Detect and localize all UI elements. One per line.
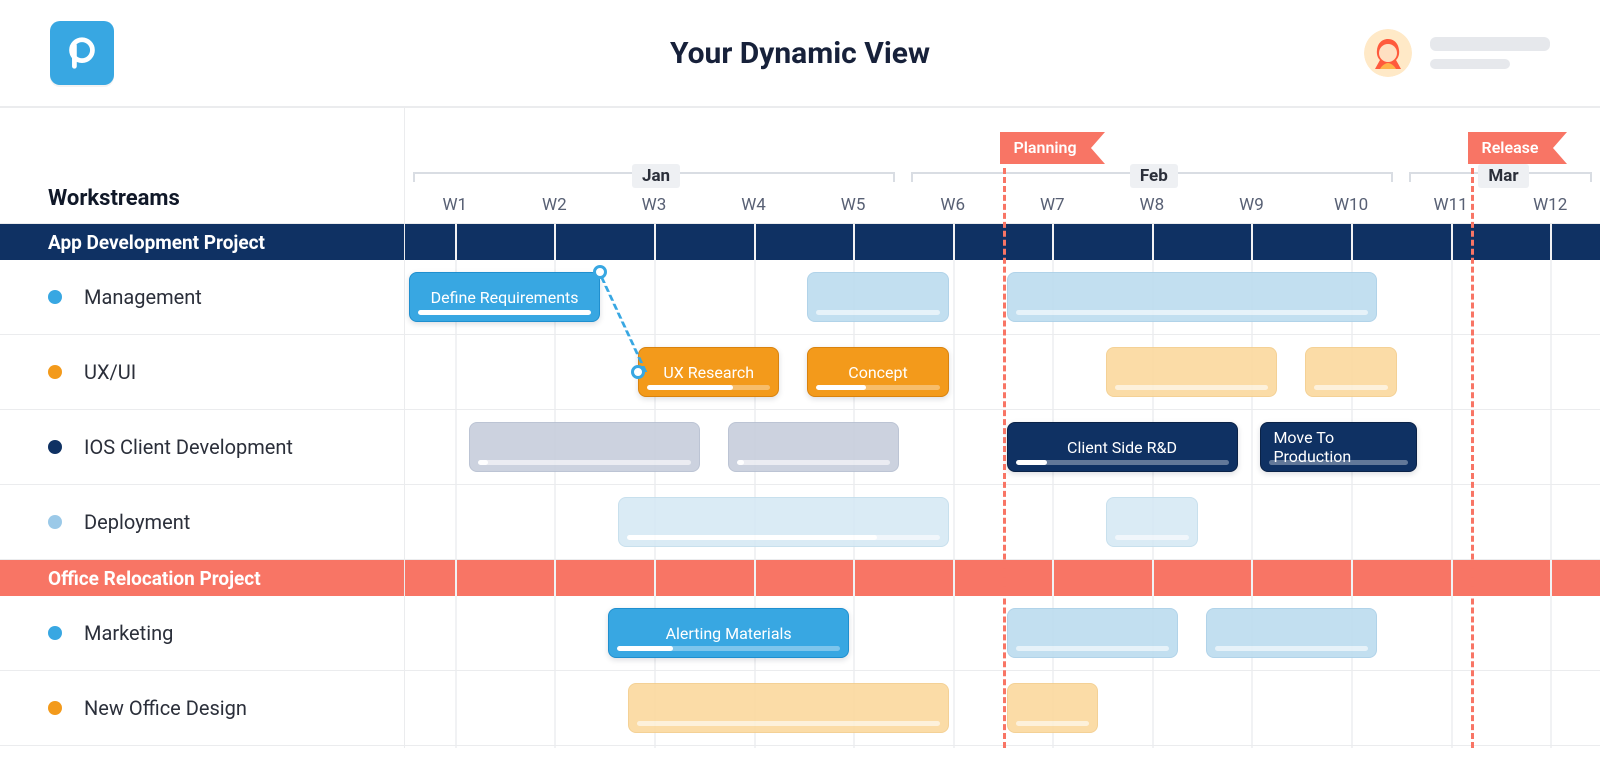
week-label: W10 (1301, 195, 1401, 215)
week-label: W5 (803, 195, 903, 215)
task-bar-ghost (1106, 497, 1198, 547)
workstream-row[interactable]: Management (0, 260, 404, 335)
week-label: W4 (704, 195, 804, 215)
workstream-dot (48, 701, 62, 715)
workstream-dot (48, 365, 62, 379)
workstream-label: Deployment (84, 510, 190, 534)
timeline-row (405, 671, 1600, 746)
page-title: Your Dynamic View (0, 36, 1600, 71)
task-bar-ghost (1206, 608, 1377, 658)
workstream-row[interactable]: Deployment (0, 485, 404, 560)
logo-icon (63, 34, 101, 72)
workstream-label: UX/UI (84, 360, 136, 384)
task-label: Client Side R&D (1067, 438, 1177, 457)
app-logo[interactable] (50, 21, 114, 85)
timeline-row: Client Side R&D Move To Production (405, 410, 1600, 485)
task-bar[interactable]: Concept (807, 347, 948, 397)
week-label: W11 (1401, 195, 1501, 215)
task-bar-ghost (618, 497, 949, 547)
workstream-dot (48, 290, 62, 304)
task-bar[interactable]: UX Research (638, 347, 779, 397)
month-label: Jan (632, 164, 680, 188)
workstream-label: New Office Design (84, 696, 247, 720)
task-bar-ghost (1007, 683, 1099, 733)
task-label: Concept (848, 363, 907, 382)
week-label: W2 (505, 195, 605, 215)
workstream-row[interactable]: UX/UI (0, 335, 404, 410)
task-bar[interactable]: Client Side R&D (1007, 422, 1238, 472)
month-label: Feb (1130, 164, 1178, 188)
gantt-board: PlanningRelease Workstreams App Developm… (0, 108, 1600, 748)
task-bar[interactable]: Alerting Materials (608, 608, 849, 658)
task-bar-ghost (1305, 347, 1397, 397)
app-header: Your Dynamic View (0, 0, 1600, 108)
task-bar-ghost (469, 422, 700, 472)
task-bar-ghost (628, 683, 949, 733)
timeline-row: Define Requirements (405, 260, 1600, 335)
timeline-row: Alerting Materials (405, 596, 1600, 671)
week-label: W3 (604, 195, 704, 215)
task-bar[interactable]: Move To Production (1260, 422, 1416, 472)
task-bar-ghost (807, 272, 948, 322)
user-area (1364, 29, 1550, 77)
sidebar: Workstreams App Development Project Manag… (0, 108, 405, 748)
task-bar[interactable]: Define Requirements (409, 272, 600, 322)
avatar[interactable] (1364, 29, 1412, 77)
workstream-dot (48, 626, 62, 640)
section-band: Office Relocation Project (0, 560, 404, 596)
user-name-placeholder (1430, 37, 1550, 69)
task-bar-ghost (1007, 608, 1178, 658)
task-label: Alerting Materials (666, 624, 792, 643)
workstream-label: IOS Client Development (84, 435, 293, 459)
task-label: Define Requirements (431, 288, 579, 307)
section-band: App Development Project (0, 224, 404, 260)
timeline-row: UX Research Concept (405, 335, 1600, 410)
workstream-row[interactable]: New Office Design (0, 671, 404, 746)
month-label: Mar (1478, 164, 1528, 188)
task-label: UX Research (663, 363, 754, 382)
timeline[interactable]: Jan Feb Mar W1W2W3W4W5W6W7W8W9W10W11W12 De… (405, 108, 1600, 748)
workstream-dot (48, 440, 62, 454)
workstream-dot (48, 515, 62, 529)
task-bar-ghost (1007, 272, 1377, 322)
week-label: W7 (1003, 195, 1103, 215)
task-bar-ghost (728, 422, 899, 472)
week-label: W9 (1202, 195, 1302, 215)
workstream-label: Management (84, 285, 202, 309)
week-label: W6 (903, 195, 1003, 215)
week-label: W12 (1500, 195, 1600, 215)
week-label: W1 (405, 195, 505, 215)
timeline-header: Jan Feb Mar W1W2W3W4W5W6W7W8W9W10W11W12 (405, 108, 1600, 224)
timeline-row (405, 485, 1600, 560)
workstream-row[interactable]: Marketing (0, 596, 404, 671)
sidebar-title: Workstreams (0, 108, 404, 224)
workstream-row[interactable]: IOS Client Development (0, 410, 404, 485)
workstream-label: Marketing (84, 621, 173, 645)
week-label: W8 (1102, 195, 1202, 215)
task-bar-ghost (1106, 347, 1277, 397)
